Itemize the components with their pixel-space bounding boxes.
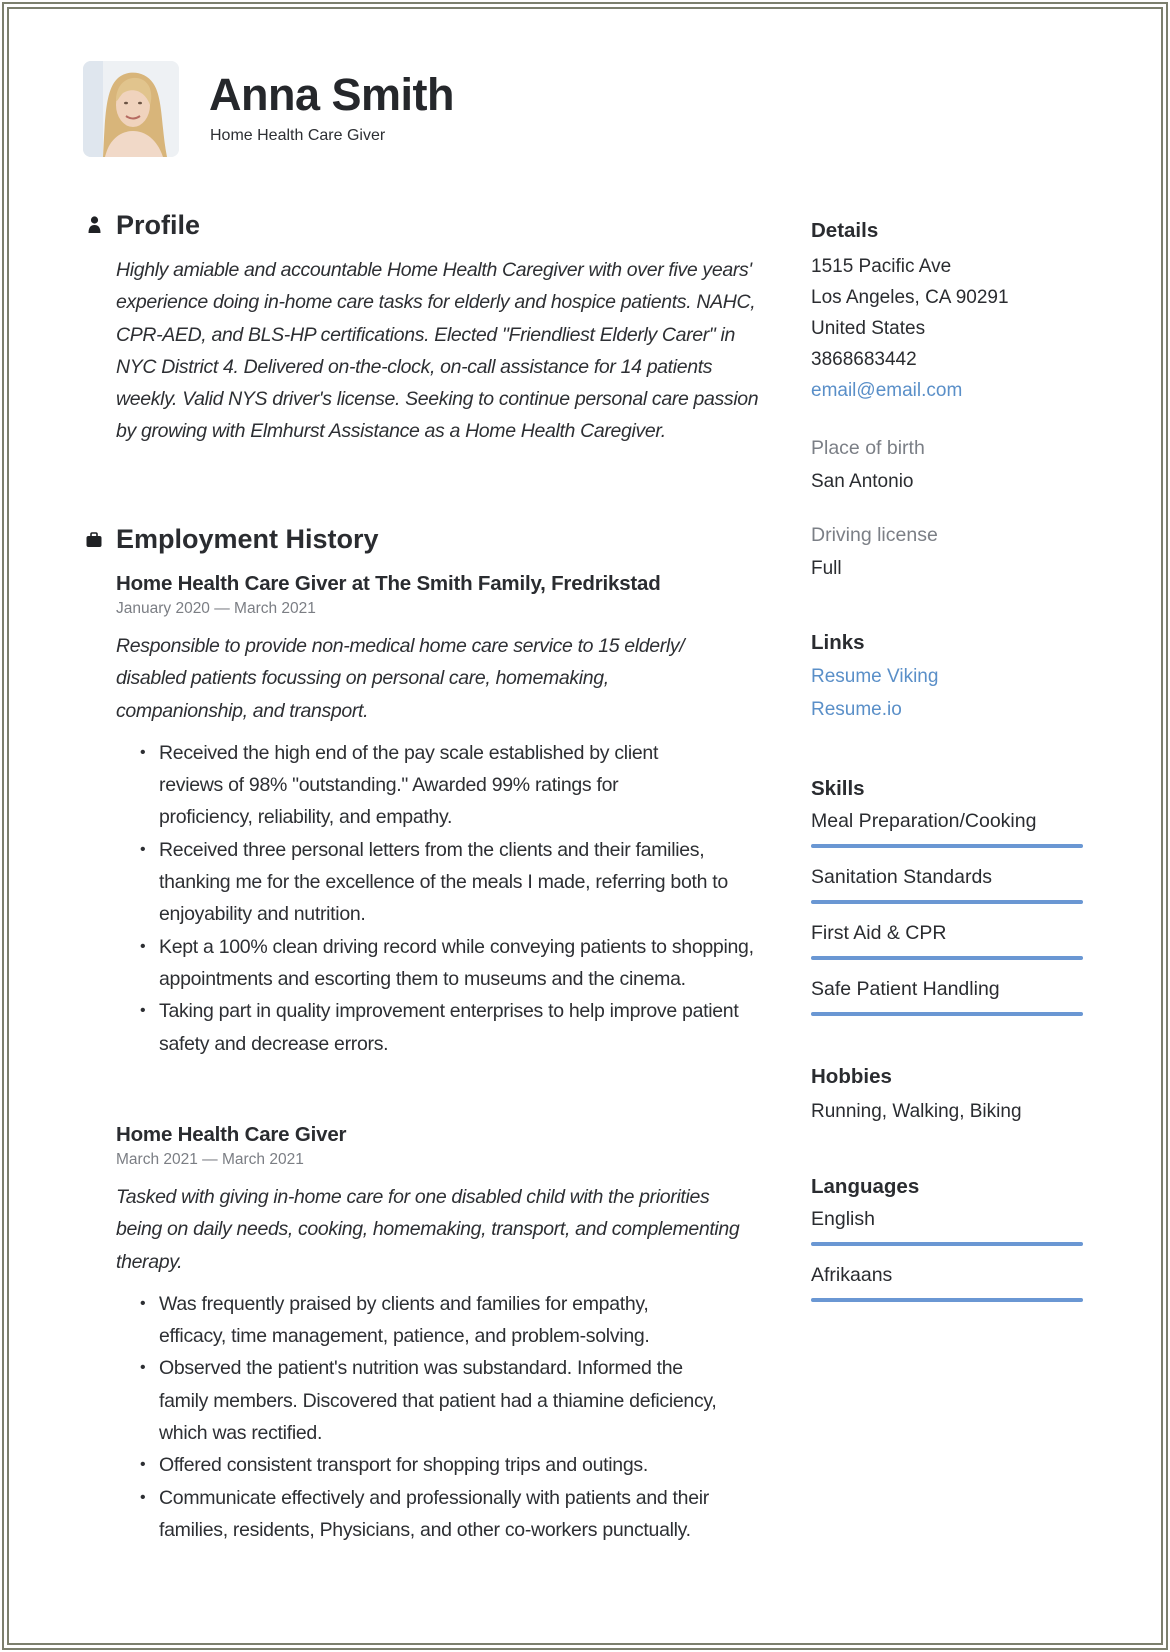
links-heading: Links bbox=[811, 631, 865, 654]
job-entry: Home Health Care Giver at The Smith Fami… bbox=[116, 571, 766, 1060]
driving-license-value: Full bbox=[811, 558, 842, 579]
bullet-icon: • bbox=[140, 743, 146, 761]
details-section: Details 1515 Pacific Ave Los Angeles, CA… bbox=[811, 218, 1091, 406]
language-name: English bbox=[811, 1208, 875, 1230]
skills-list: Meal Preparation/Cooking Sanitation Stand… bbox=[811, 807, 1091, 1031]
skill-name: Meal Preparation/Cooking bbox=[811, 810, 1037, 832]
skill-level-bar bbox=[811, 1012, 1083, 1016]
link-resume-io[interactable]: Resume.io bbox=[811, 694, 1091, 727]
skill-level-bar bbox=[811, 844, 1083, 848]
job-bullet: • Received three personal letters from th… bbox=[140, 834, 766, 931]
language-level-bar bbox=[811, 1298, 1083, 1302]
skill-name: Safe Patient Handling bbox=[811, 978, 1000, 1000]
job-description: Tasked with giving in-home care for one … bbox=[116, 1186, 740, 1273]
job-bullet: • Kept a 100% clean driving record while … bbox=[140, 931, 766, 996]
skill-name: First Aid & CPR bbox=[811, 922, 947, 944]
candidate-name: Anna Smith bbox=[209, 69, 455, 120]
bullet-icon: • bbox=[140, 1488, 146, 1506]
skill-level-fill bbox=[811, 844, 1083, 848]
email-link[interactable]: email@email.com bbox=[811, 375, 1091, 406]
job-bullet: • Taking part in quality improvement ente… bbox=[140, 995, 766, 1060]
job-description: Responsible to provide non-medical home … bbox=[116, 635, 685, 722]
driving-license-section: Driving license Full bbox=[811, 520, 1091, 584]
language-item: Afrikaans bbox=[811, 1261, 1091, 1317]
place-of-birth-value: San Antonio bbox=[811, 471, 914, 492]
skill-level-fill bbox=[811, 956, 1083, 960]
language-level-fill bbox=[811, 1242, 1083, 1246]
job-entry: Home Health Care Giver March 2021 — Marc… bbox=[116, 1122, 766, 1546]
bullet-icon: • bbox=[140, 1359, 146, 1377]
bullet-icon: • bbox=[140, 1002, 146, 1020]
address-country: United States bbox=[811, 318, 926, 339]
bullet-icon: • bbox=[140, 937, 146, 955]
skill-level-fill bbox=[811, 1012, 1083, 1016]
job-bullet: • Was frequently praised by clients and f… bbox=[140, 1288, 766, 1353]
bullet-icon: • bbox=[140, 1294, 146, 1312]
phone-number: 3868683442 bbox=[811, 349, 917, 370]
skills-section: Skills Meal Preparation/Cooking Sanitatio… bbox=[811, 776, 1091, 1031]
person-icon bbox=[88, 216, 101, 233]
job-title: Home Health Care Giver bbox=[116, 1123, 347, 1146]
candidate-title: Home Health Care Giver bbox=[210, 127, 386, 144]
bullet-icon: • bbox=[140, 840, 146, 858]
hobbies-value: Running, Walking, Biking bbox=[811, 1101, 1022, 1122]
job-bullet: • Observed the patient's nutrition was su… bbox=[140, 1352, 766, 1449]
job-title: Home Health Care Giver at The Smith Fami… bbox=[116, 572, 661, 595]
address-line-1: 1515 Pacific Ave bbox=[811, 256, 952, 277]
profile-summary: Highly amiable and accountable Home Heal… bbox=[116, 259, 759, 443]
language-item: English bbox=[811, 1205, 1091, 1261]
skill-item: Meal Preparation/Cooking bbox=[811, 807, 1091, 863]
skill-item: Sanitation Standards bbox=[811, 863, 1091, 919]
language-level-bar bbox=[811, 1242, 1083, 1246]
skill-level-bar bbox=[811, 956, 1083, 960]
skill-name: Sanitation Standards bbox=[811, 866, 993, 888]
place-of-birth-section: Place of birth San Antonio bbox=[811, 433, 1091, 497]
skill-level-bar bbox=[811, 900, 1083, 904]
language-level-fill bbox=[811, 1298, 1083, 1302]
bullet-icon: • bbox=[140, 1456, 146, 1474]
avatar bbox=[83, 61, 179, 157]
languages-section: Languages English Afrikaans bbox=[811, 1174, 1091, 1317]
skill-level-fill bbox=[811, 900, 1083, 904]
place-of-birth-label: Place of birth bbox=[811, 437, 925, 459]
hobbies-section: Hobbies Running, Walking, Biking bbox=[811, 1064, 1091, 1127]
skills-heading: Skills bbox=[811, 777, 865, 800]
skill-item: First Aid & CPR bbox=[811, 919, 1091, 975]
address-line-2: Los Angeles, CA 90291 bbox=[811, 287, 1009, 308]
job-dates: January 2020 — March 2021 bbox=[116, 600, 316, 617]
job-bullets: • Received the high end of the pay scale … bbox=[116, 737, 766, 1060]
link-resume-viking[interactable]: Resume Viking bbox=[811, 661, 1091, 694]
profile-heading: Profile bbox=[116, 210, 201, 240]
languages-heading: Languages bbox=[811, 1175, 920, 1198]
driving-license-label: Driving license bbox=[811, 524, 938, 546]
job-bullets: • Was frequently praised by clients and f… bbox=[116, 1288, 766, 1546]
job-bullet: • Offered consistent transport for shoppi… bbox=[140, 1449, 766, 1481]
skill-item: Safe Patient Handling bbox=[811, 975, 1091, 1031]
language-name: Afrikaans bbox=[811, 1264, 893, 1286]
links-section: Links Resume Viking Resume.io bbox=[811, 630, 1091, 726]
languages-list: English Afrikaans bbox=[811, 1205, 1091, 1317]
profile-photo bbox=[83, 61, 179, 157]
job-bullet: • Communicate effectively and professiona… bbox=[140, 1482, 766, 1547]
briefcase-icon bbox=[86, 532, 102, 547]
job-bullet: • Received the high end of the pay scale … bbox=[140, 737, 766, 834]
employment-heading: Employment History bbox=[116, 524, 379, 554]
details-heading: Details bbox=[811, 219, 879, 242]
job-dates: March 2021 — March 2021 bbox=[116, 1151, 304, 1168]
hobbies-heading: Hobbies bbox=[811, 1065, 892, 1088]
